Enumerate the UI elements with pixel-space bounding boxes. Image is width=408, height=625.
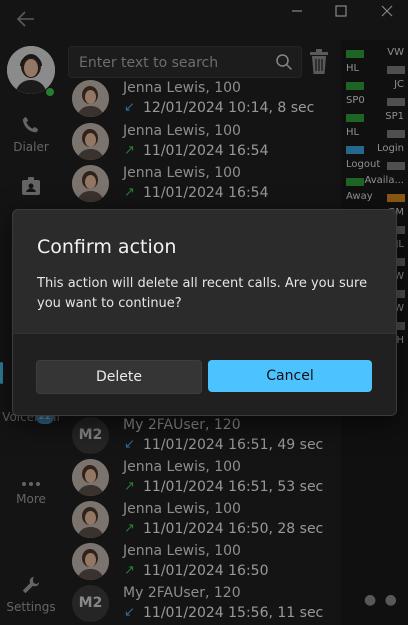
dialog-message: This action will delete all recent calls… [37,276,368,311]
dialog-title: Confirm action [37,236,177,258]
confirm-dialog: Confirm action This action will delete a… [12,209,397,416]
dialog-footer: Delete Cancel [13,333,396,415]
delete-button[interactable]: Delete [36,360,202,394]
cancel-button[interactable]: Cancel [208,360,372,392]
